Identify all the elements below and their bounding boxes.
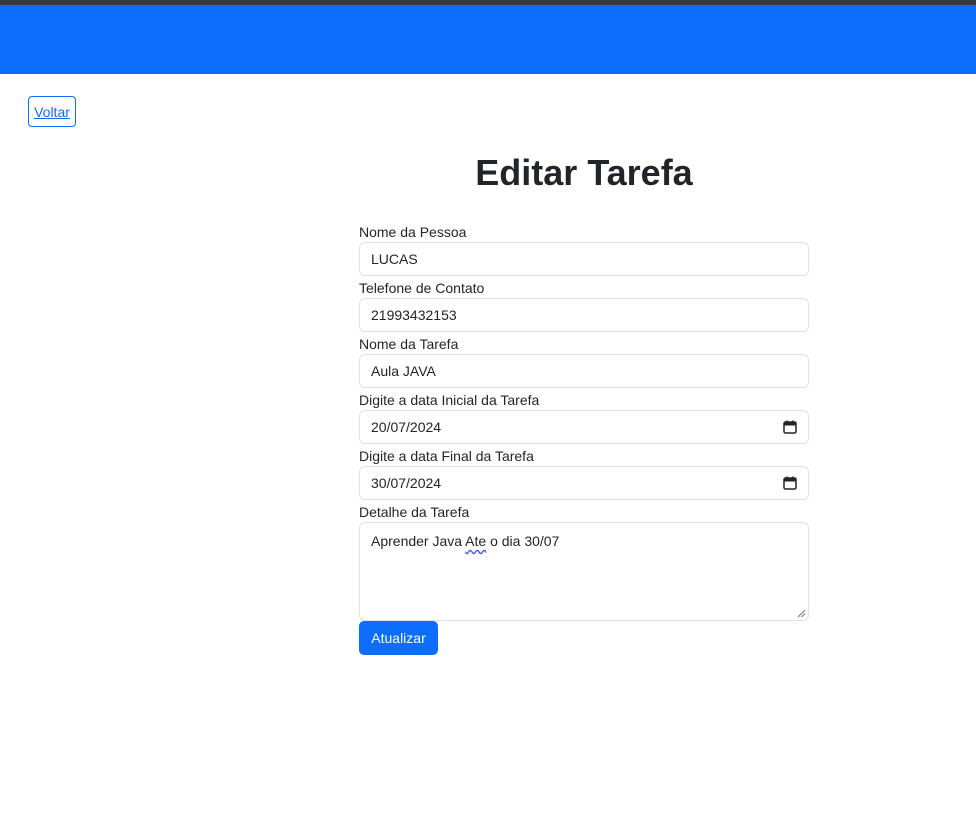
details-flagged-word: Ate bbox=[465, 533, 487, 549]
end-date-value: 30/07/2024 bbox=[371, 475, 442, 491]
edit-task-form: Nome da Pessoa LUCAS Telefone de Contato… bbox=[359, 222, 809, 655]
calendar-icon[interactable] bbox=[783, 420, 797, 434]
phone-label: Telefone de Contato bbox=[359, 280, 485, 296]
person-name-value: LUCAS bbox=[371, 251, 418, 267]
details-textarea[interactable]: Aprender Java Ate o dia 30/07 bbox=[359, 522, 809, 621]
start-date-label: Digite a data Inicial da Tarefa bbox=[359, 392, 540, 408]
calendar-icon[interactable] bbox=[783, 476, 797, 490]
update-button[interactable]: Atualizar bbox=[359, 621, 438, 655]
phone-input[interactable]: 21993432153 bbox=[359, 298, 809, 332]
task-name-value: Aula JAVA bbox=[371, 363, 436, 379]
person-name-label: Nome da Pessoa bbox=[359, 224, 467, 240]
page-title: Editar Tarefa bbox=[475, 152, 693, 193]
start-date-input[interactable]: 20/07/2024 bbox=[359, 410, 809, 444]
end-date-input[interactable]: 30/07/2024 bbox=[359, 466, 809, 500]
details-label: Detalhe da Tarefa bbox=[359, 504, 470, 520]
phone-value: 21993432153 bbox=[371, 307, 457, 323]
task-name-label: Nome da Tarefa bbox=[359, 336, 459, 352]
resize-grip-icon[interactable] bbox=[797, 609, 806, 618]
back-button[interactable]: Voltar bbox=[28, 96, 76, 127]
navbar bbox=[0, 5, 976, 74]
person-name-input[interactable]: LUCAS bbox=[359, 242, 809, 276]
task-name-input[interactable]: Aula JAVA bbox=[359, 354, 809, 388]
details-text-prefix: Aprender Java bbox=[371, 533, 466, 549]
details-text-suffix: o dia 30/07 bbox=[486, 533, 560, 549]
end-date-label: Digite a data Final da Tarefa bbox=[359, 448, 534, 464]
start-date-value: 20/07/2024 bbox=[371, 419, 442, 435]
